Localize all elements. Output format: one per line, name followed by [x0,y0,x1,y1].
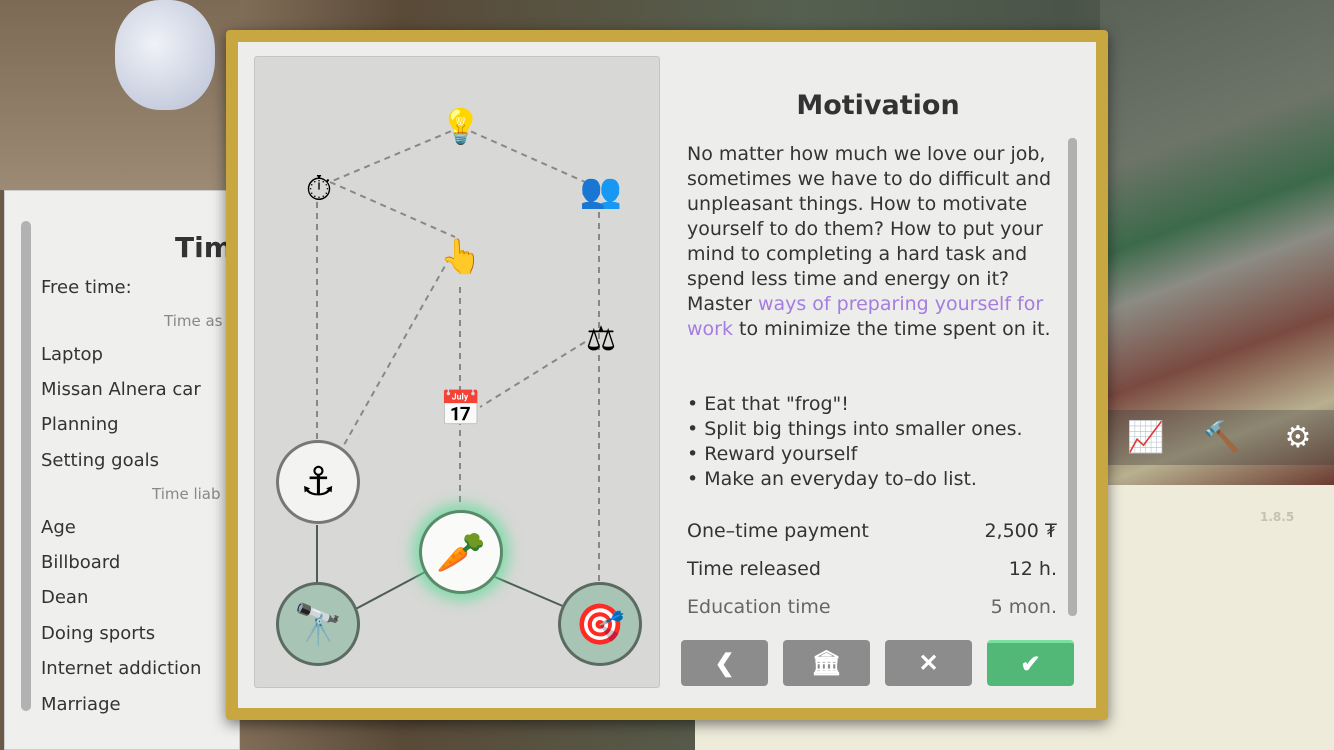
carrot-icon[interactable]: 🥕 [419,510,503,594]
link-line [329,181,456,238]
skill-dialog: 💡 ⏱ 👥 👆 ⚖ 📅 ⚓ 🥕 🔭 🎯 Motivation No matter… [226,30,1108,720]
button-row: ❮ 🏛 ✕ ✔ [681,640,1074,686]
list-item[interactable]: Missan Alnera car [41,379,201,400]
skill-tree: 💡 ⏱ 👥 👆 ⚖ 📅 ⚓ 🥕 🔭 🎯 [254,56,660,688]
list-item[interactable]: Setting goals [41,450,159,471]
stat-label: Education time [687,596,831,618]
bottom-paper [695,720,1115,750]
time-panel: Tim Free time: Time as Laptop Missan Aln… [4,190,240,750]
list-item[interactable]: Dean [41,587,88,608]
stat-value: 5 mon. [990,596,1057,618]
dartboard-icon[interactable]: 🎯 [558,582,642,666]
free-time-label: Free time: [41,277,132,298]
liabilities-header: Time liab [152,485,221,503]
lightbulb-icon[interactable]: 💡 [440,110,482,144]
confirm-button[interactable]: ✔ [987,640,1074,686]
side-paper [1096,485,1334,750]
scales-icon[interactable]: ⚖ [586,322,616,356]
finger-button-icon[interactable]: 👆 [440,240,482,274]
settings-icon[interactable]: ⚙ [1260,410,1334,465]
link-line [349,571,426,613]
calendar-icon[interactable]: 📅 [440,392,482,426]
link-line [479,341,586,408]
description-text-end: to minimize the time spent on it. [732,318,1051,340]
binoculars-icon[interactable]: 🔭 [276,582,360,666]
toolbar: 📈 🔨 ⚙ [1108,410,1334,465]
assets-header: Time as [164,312,223,330]
list-item[interactable]: Laptop [41,344,103,365]
stat-value: 12 h. [1008,558,1057,580]
tips-list: • Eat that "frog"! • Split big things in… [687,392,1067,492]
tip-item: • Eat that "frog"! [687,393,849,415]
crumpled-paper [115,0,215,110]
hammer-icon[interactable]: 🔨 [1184,410,1260,465]
scrollbar[interactable] [21,221,31,711]
stat-education-time: Education time 5 mon. [687,596,1057,634]
stat-value: 2,500 ₮ [984,520,1057,542]
panel-title: Tim [175,231,233,264]
dialog-title: Motivation [796,90,960,121]
description: No matter how much we love our job, some… [687,142,1067,342]
tip-item: • Make an everyday to–do list. [687,468,977,490]
chart-icon[interactable]: 📈 [1108,410,1184,465]
list-item[interactable]: Planning [41,414,119,435]
list-item[interactable]: Age [41,517,76,538]
version-label: 1.8.5 [1260,510,1295,524]
back-button[interactable]: ❮ [681,640,768,686]
people-icon[interactable]: 👥 [580,174,622,208]
link-line [339,256,451,453]
list-item[interactable]: Billboard [41,552,120,573]
description-text: No matter how much we love our job, some… [687,143,1052,315]
stats: One–time payment 2,500 ₮ Time released 12 … [687,520,1057,634]
list-item[interactable]: Marriage [41,694,121,715]
tip-item: • Reward yourself [687,443,858,465]
anchor-icon[interactable]: ⚓ [276,440,360,524]
tip-item: • Split big things into smaller ones. [687,418,1023,440]
stat-label: One–time payment [687,520,869,542]
stopwatch-icon[interactable]: ⏱ [306,172,333,206]
bank-button[interactable]: 🏛 [783,640,870,686]
stat-payment: One–time payment 2,500 ₮ [687,520,1057,558]
list-item[interactable]: Internet addiction [41,658,201,679]
close-button[interactable]: ✕ [885,640,972,686]
list-item[interactable]: Doing sports [41,623,155,644]
scrollbar[interactable] [1068,138,1077,616]
stat-time-released: Time released 12 h. [687,558,1057,596]
stat-label: Time released [687,558,821,580]
link-line [494,576,566,608]
